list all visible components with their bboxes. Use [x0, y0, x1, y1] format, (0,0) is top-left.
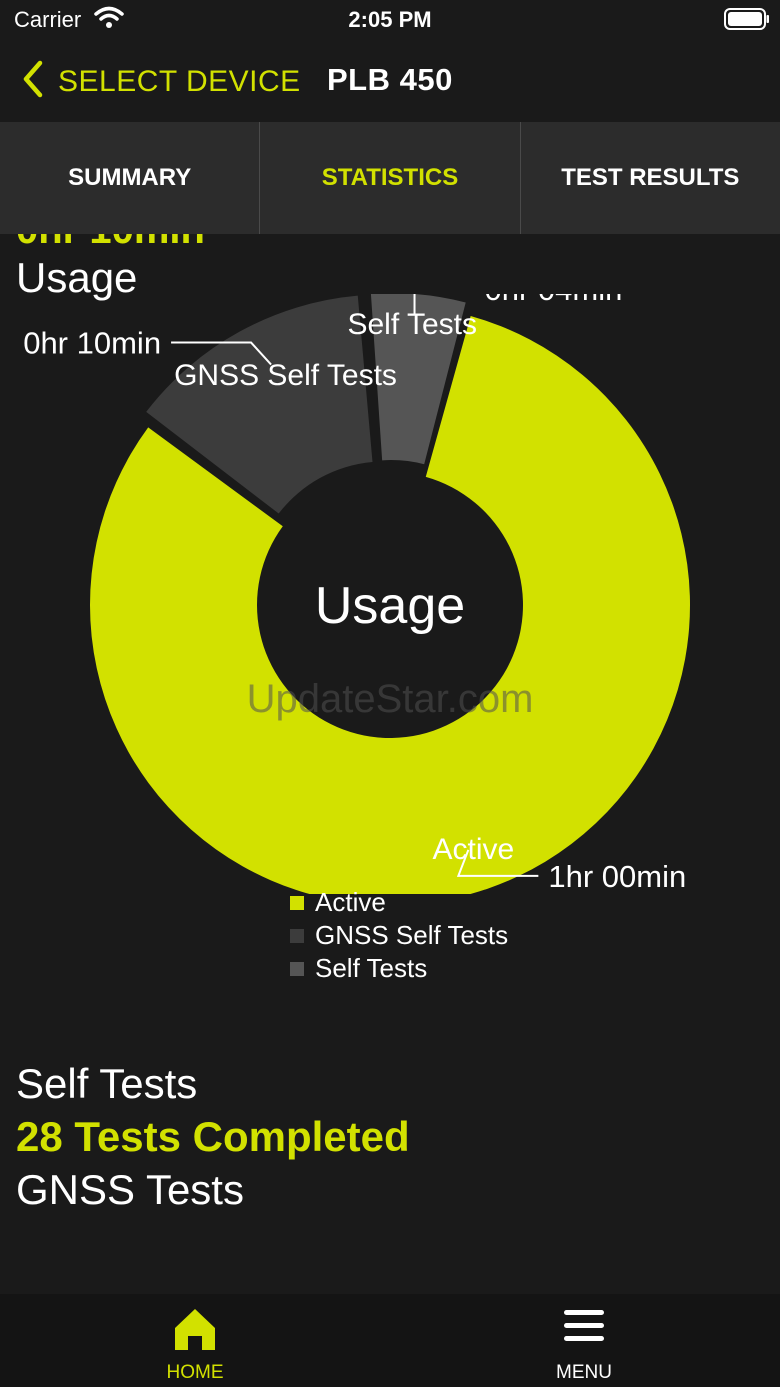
tab-bar: SUMMARY STATISTICS TEST RESULTS: [0, 122, 780, 234]
legend-item-self-tests: Self Tests: [290, 952, 508, 985]
slice-label-active: Active: [433, 833, 515, 866]
chart-legend: Active GNSS Self Tests Self Tests: [290, 886, 508, 985]
chevron-left-icon: [22, 60, 44, 103]
hamburger-menu-icon: [562, 1306, 606, 1351]
page-title: PLB 450: [327, 62, 453, 97]
chart-center-label: Usage: [315, 577, 465, 635]
legend-label-active: Active: [315, 887, 386, 917]
navigation-bar: SELECT DEVICE PLB 450: [0, 40, 780, 122]
watermark-text: UpdateStar.com: [247, 677, 534, 721]
home-tab-button[interactable]: HOME: [95, 1294, 295, 1387]
back-button[interactable]: SELECT DEVICE: [22, 60, 301, 103]
usage-donut-chart: Usage UpdateStar.com Active 1hr 00min GNSS S…: [23, 294, 690, 894]
legend-label-self-tests: Self Tests: [315, 953, 428, 983]
tab-summary[interactable]: SUMMARY: [0, 122, 261, 234]
tab-statistics[interactable]: STATISTICS: [260, 122, 521, 234]
menu-tab-button[interactable]: MENU: [484, 1294, 684, 1387]
gnss-tests-heading: GNSS Tests: [16, 1166, 244, 1213]
partial-usage-value: 0hr 10min: [16, 234, 205, 253]
legend-swatch-self-tests: [290, 961, 304, 976]
legend-swatch-gnss-self-tests: [290, 928, 304, 943]
legend-item-gnss-self-tests: GNSS Self Tests: [290, 919, 508, 952]
home-icon: [173, 1306, 217, 1357]
slice-value-gnss-self-tests: 0hr 10min: [23, 326, 161, 361]
battery-icon: [724, 8, 770, 35]
slice-label-gnss-self-tests: GNSS Self Tests: [174, 359, 397, 392]
slice-value-self-tests: 0hr 04min: [485, 294, 623, 307]
tests-completed-count: 28 Tests Completed: [16, 1113, 410, 1160]
statistics-content[interactable]: 0hr 10min Usage Usage UpdateStar.com Activ…: [0, 234, 780, 1294]
legend-swatch-active: [290, 895, 304, 910]
self-tests-heading: Self Tests: [16, 1060, 198, 1107]
tab-test-results[interactable]: TEST RESULTS: [521, 122, 780, 234]
legend-label-gnss-self-tests: GNSS Self Tests: [315, 920, 509, 950]
status-time: 2:05 PM: [348, 7, 432, 32]
home-tab-label: HOME: [166, 1362, 224, 1383]
status-bar: Carrier 2:05 PM: [0, 0, 780, 40]
legend-item-active: Active: [290, 886, 508, 919]
slice-label-self-tests: Self Tests: [347, 308, 477, 341]
back-button-label: SELECT DEVICE: [58, 64, 301, 98]
slice-value-active: 1hr 00min: [548, 859, 686, 894]
menu-tab-label: MENU: [556, 1362, 612, 1383]
bottom-tab-bar: HOME MENU: [0, 1294, 780, 1387]
